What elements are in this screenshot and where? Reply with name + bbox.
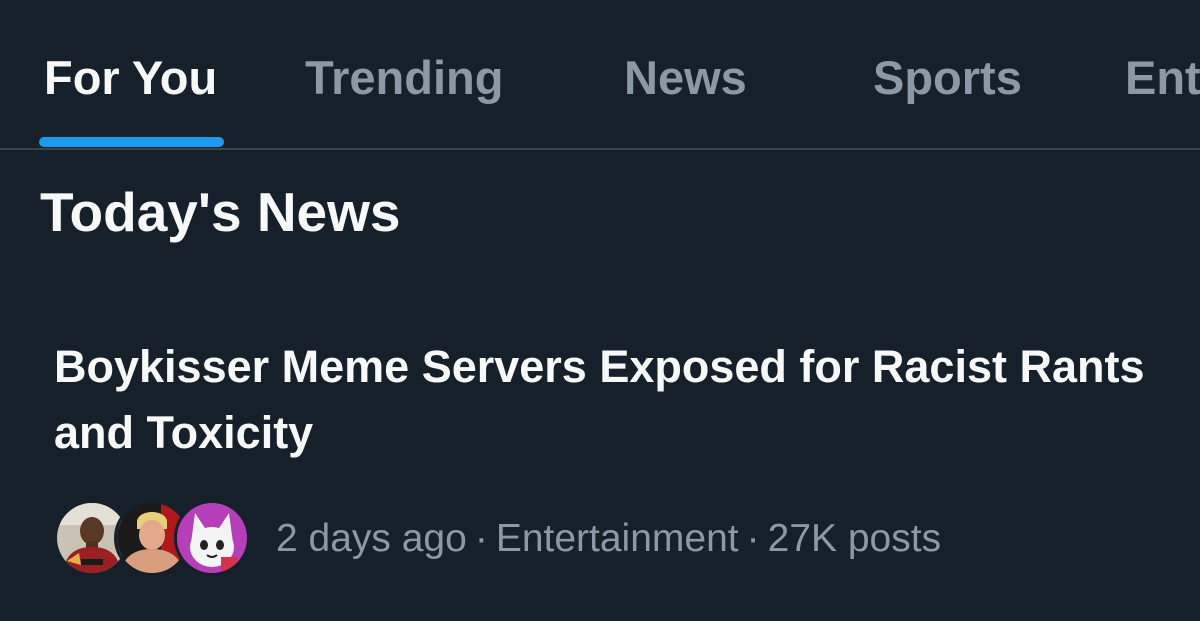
section-title: Today's News xyxy=(40,181,401,243)
story-meta: 2 days ago · Entertainment · 27K posts xyxy=(276,516,941,562)
story-post-count: 27K posts xyxy=(767,517,942,560)
tab-sports[interactable]: Sports xyxy=(873,50,1022,106)
news-story-card[interactable]: Boykisser Meme Servers Exposed for Racis… xyxy=(0,320,1200,580)
tab-trending[interactable]: Trending xyxy=(305,50,503,106)
active-tab-indicator xyxy=(39,137,224,147)
avatar-stack xyxy=(54,500,254,576)
tab-bar: For You Trending News Sports Ent xyxy=(0,0,1200,150)
avatar-cartoon-cat xyxy=(174,500,250,576)
story-time: 2 days ago xyxy=(276,517,467,560)
tab-entertainment[interactable]: Ent xyxy=(1125,50,1200,106)
tab-for-you[interactable]: For You xyxy=(44,50,217,106)
story-headline[interactable]: Boykisser Meme Servers Exposed for Racis… xyxy=(54,334,1154,466)
meta-separator: · xyxy=(474,517,488,560)
meta-separator: · xyxy=(746,517,760,560)
story-category: Entertainment xyxy=(495,517,739,560)
tab-news[interactable]: News xyxy=(624,50,747,106)
